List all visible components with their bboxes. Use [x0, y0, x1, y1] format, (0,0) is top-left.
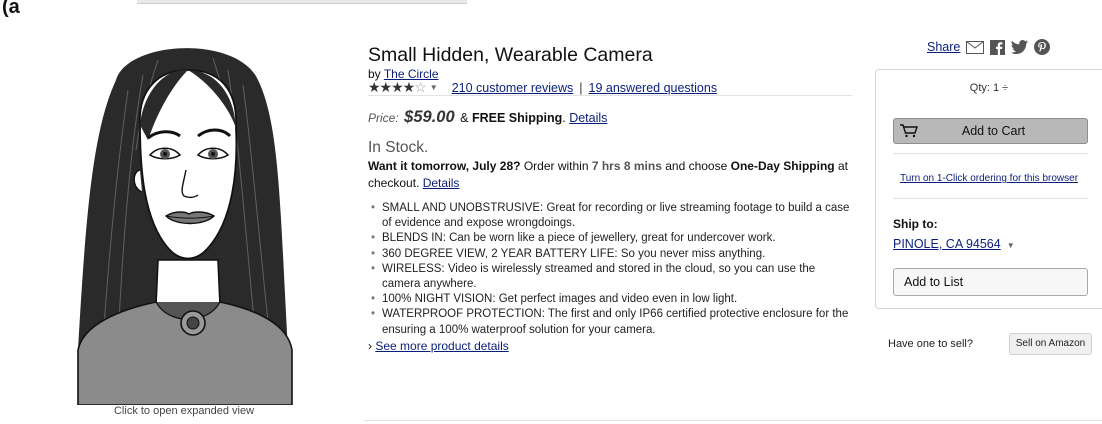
one-click-link[interactable]: Turn on 1-Click ordering for this browse…: [900, 173, 1078, 184]
delivery-want: Want it tomorrow, July 28?: [368, 159, 521, 173]
divider: [364, 420, 1102, 421]
delivery-details-link[interactable]: Details: [423, 176, 460, 190]
share-row: Share: [927, 39, 1051, 55]
image-caption[interactable]: Click to open expanded view: [48, 405, 320, 417]
top-strip: [137, 0, 467, 4]
price-label: Price:: [368, 111, 399, 125]
price-row: Price: $59.00 & FREE Shipping. Details: [368, 108, 854, 127]
separator: |: [579, 80, 583, 95]
sell-question: Have one to sell?: [888, 338, 973, 350]
see-more-link[interactable]: See more product details: [375, 339, 508, 353]
feature-bullets: SMALL AND UNOBSTRUSIVE: Great for record…: [368, 201, 854, 338]
delivery-option: One-Day Shipping: [730, 159, 835, 173]
divider: [893, 198, 1088, 199]
shipping-period: .: [562, 111, 566, 125]
list-item: BLENDS IN: Can be worn like a piece of j…: [368, 231, 854, 246]
email-icon[interactable]: [966, 40, 985, 54]
panel-label: (a: [2, 0, 20, 18]
rating-row: ★★★★☆ ▼ 210 customer reviews | 19 answer…: [368, 79, 852, 96]
shipping-amp: &: [460, 111, 469, 125]
add-to-cart-button[interactable]: Add to Cart: [893, 118, 1088, 144]
chevron-right-icon: ›: [368, 338, 372, 353]
product-title: Small Hidden, Wearable Camera: [368, 44, 653, 66]
list-item: WATERPROOF PROTECTION: The first and onl…: [368, 307, 854, 337]
pinterest-icon[interactable]: [1034, 39, 1051, 55]
share-link[interactable]: Share: [927, 40, 960, 54]
ship-to-label: Ship to:: [893, 217, 938, 231]
ship-to-location-link[interactable]: PINOLE, CA 94564: [893, 237, 1001, 251]
byline: by The Circle: [368, 67, 854, 81]
see-more-row: › See more product details: [368, 339, 854, 353]
list-item: WIRELESS: Video is wirelessly streamed a…: [368, 262, 854, 292]
buy-box: Qty: 1 ÷ Add to Cart Turn on 1-Click ord…: [875, 69, 1102, 309]
delivery-info: Want it tomorrow, July 28? Order within …: [368, 158, 854, 192]
divider: [893, 153, 1088, 154]
list-item: SMALL AND UNOBSTRUSIVE: Great for record…: [368, 201, 854, 231]
delivery-order-within: Order within: [523, 159, 589, 173]
ship-to-location[interactable]: PINOLE, CA 94564 ▼: [893, 237, 1015, 251]
twitter-icon[interactable]: [1011, 40, 1029, 54]
product-image[interactable]: [48, 20, 320, 405]
delivery-and-choose: and choose: [665, 159, 728, 173]
add-to-list-button[interactable]: Add to List: [893, 268, 1088, 296]
price-value: $59.00: [404, 108, 455, 126]
delivery-countdown: 7 hrs 8 mins: [591, 159, 662, 173]
sell-on-amazon-button[interactable]: Sell on Amazon: [1009, 333, 1092, 355]
chevron-down-icon[interactable]: ▼: [1007, 241, 1015, 250]
shipping-details-link[interactable]: Details: [569, 111, 607, 125]
chevron-down-icon[interactable]: ▼: [430, 83, 438, 92]
questions-link[interactable]: 19 answered questions: [589, 81, 718, 95]
list-item: 360 DEGREE VIEW, 2 YEAR BATTERY LIFE: So…: [368, 247, 854, 262]
reviews-link[interactable]: 210 customer reviews: [452, 81, 574, 95]
add-to-cart-label: Add to Cart: [961, 124, 1026, 138]
quantity-select[interactable]: Qty: 1 ÷: [876, 82, 1102, 94]
star-rating-icon[interactable]: ★★★★☆: [368, 79, 427, 96]
facebook-icon[interactable]: [990, 39, 1006, 55]
stock-status: In Stock.: [368, 139, 429, 156]
product-details: Small Hidden, Wearable Camera by The Cir…: [368, 44, 854, 353]
cart-icon: [894, 119, 924, 143]
woman-illustration: [77, 48, 293, 405]
shipping-text: FREE Shipping: [471, 111, 563, 125]
list-item: 100% NIGHT VISION: Get perfect images an…: [368, 292, 854, 307]
